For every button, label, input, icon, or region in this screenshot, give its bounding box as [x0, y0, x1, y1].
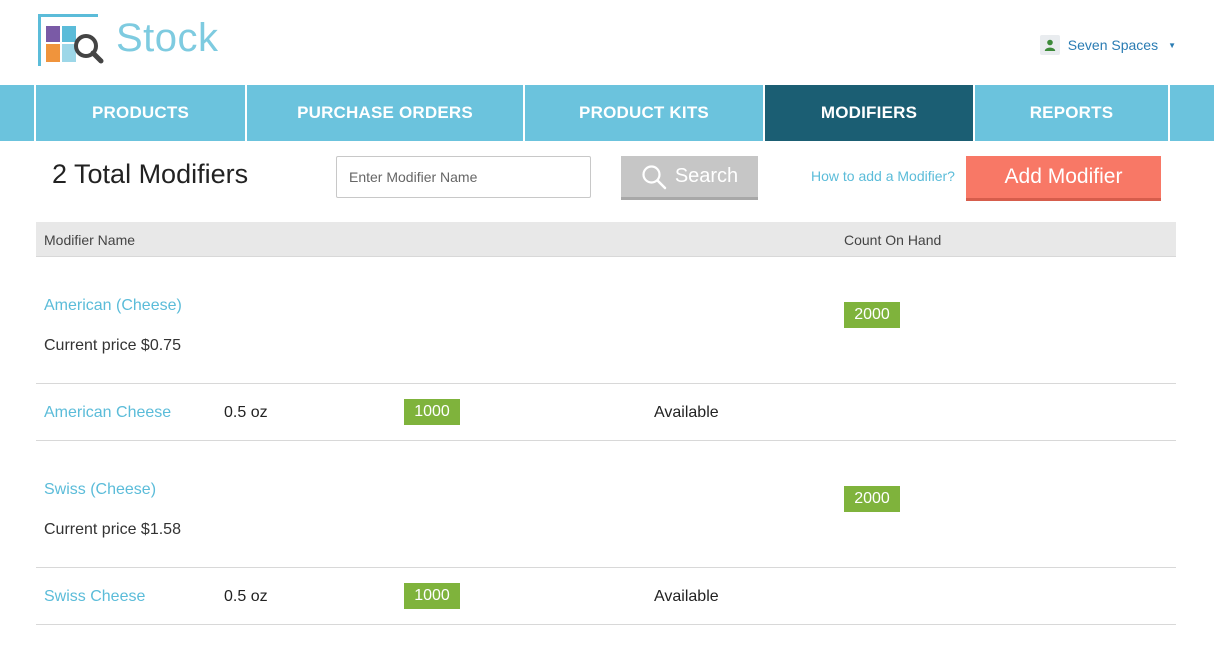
- page-title: 2 Total Modifiers: [52, 159, 249, 189]
- modifier-price: Current price $1.58: [44, 521, 181, 538]
- tab-products[interactable]: PRODUCTS: [36, 85, 247, 141]
- modifier-name-link[interactable]: Swiss (Cheese): [44, 481, 156, 499]
- stock-logo-icon[interactable]: [36, 14, 106, 68]
- search-button-label: Search: [674, 165, 739, 187]
- item-size: 0.5 oz: [224, 404, 268, 421]
- tab-reports[interactable]: REPORTS: [975, 85, 1170, 141]
- user-menu[interactable]: Seven Spaces ▼: [1039, 35, 1176, 55]
- search-button[interactable]: Search: [621, 156, 758, 200]
- row-divider: [36, 567, 1176, 568]
- item-status: Available: [654, 404, 719, 421]
- item-count-badge: 1000: [404, 399, 460, 425]
- how-to-add-modifier-link[interactable]: How to add a Modifier?: [811, 168, 955, 184]
- item-size: 0.5 oz: [224, 588, 268, 605]
- modifier-name-link[interactable]: American (Cheese): [44, 297, 182, 315]
- table-header: Modifier Name Count On Hand: [36, 222, 1176, 257]
- column-header-modifier-name: Modifier Name: [44, 232, 136, 248]
- item-name-link[interactable]: Swiss Cheese: [44, 588, 145, 606]
- item-status: Available: [654, 588, 719, 605]
- brand-name: Stock: [116, 16, 219, 60]
- item-name-link[interactable]: American Cheese: [44, 404, 171, 422]
- tab-modifiers[interactable]: MODIFIERS: [765, 85, 975, 141]
- tab-product-kits[interactable]: PRODUCT KITS: [525, 85, 765, 141]
- modifier-price: Current price $0.75: [44, 337, 181, 354]
- add-modifier-button[interactable]: Add Modifier: [966, 156, 1161, 201]
- item-count-badge: 1000: [404, 583, 460, 609]
- count-badge: 2000: [844, 302, 900, 328]
- caret-down-icon: ▼: [1168, 40, 1176, 50]
- row-divider: [36, 383, 1176, 384]
- row-divider: [36, 624, 1176, 625]
- nav-tail: [1170, 85, 1214, 141]
- count-badge: 2000: [844, 486, 900, 512]
- column-header-count-on-hand: Count On Hand: [844, 232, 942, 248]
- search-icon: [642, 164, 667, 189]
- search-input[interactable]: [336, 156, 591, 198]
- user-name: Seven Spaces: [1067, 37, 1159, 53]
- main-nav: PRODUCTS PURCHASE ORDERS PRODUCT KITS MO…: [0, 85, 1214, 141]
- row-divider: [36, 440, 1176, 441]
- nav-spacer: [0, 85, 36, 141]
- tab-purchase-orders[interactable]: PURCHASE ORDERS: [247, 85, 525, 141]
- user-icon: [1039, 35, 1060, 55]
- header: Stock Seven Spaces ▼: [0, 0, 1214, 85]
